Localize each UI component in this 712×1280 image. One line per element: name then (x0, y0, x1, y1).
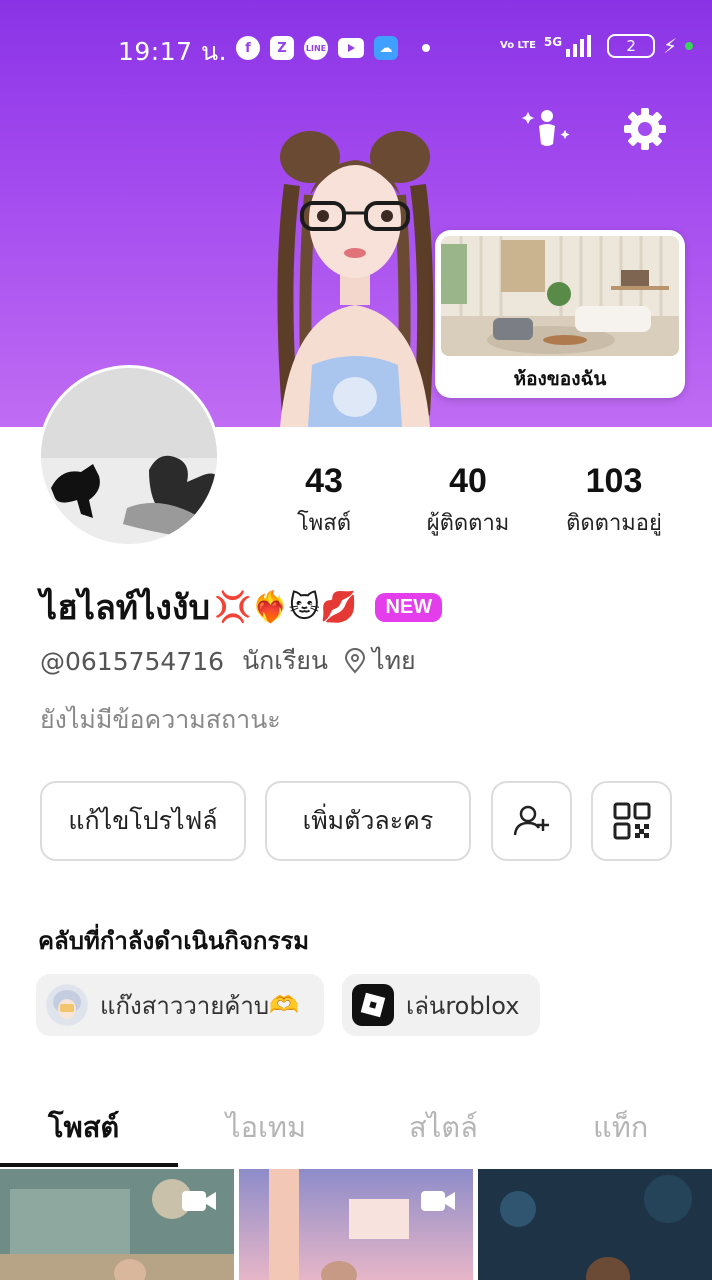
zepeto-avatar-image[interactable] (250, 125, 460, 427)
add-character-label: เพิ่มตัวละคร (302, 806, 434, 835)
qr-code-button[interactable] (591, 781, 672, 861)
club-avatar-icon (46, 984, 88, 1026)
post-thumbnail[interactable] (478, 1169, 712, 1280)
post-thumbnail[interactable] (239, 1169, 473, 1280)
add-character-button[interactable]: เพิ่มตัวละคร (265, 781, 471, 861)
profile-occupation: นักเรียน (242, 646, 328, 675)
location-pin-icon (344, 648, 366, 674)
profile-name-emojis: 💢❤️‍🔥🐱💋 (214, 589, 358, 625)
line-icon: LINE (304, 36, 328, 60)
profile-photo[interactable] (38, 365, 220, 547)
video-icon (182, 1191, 216, 1211)
post-thumbnail[interactable] (0, 1169, 234, 1280)
avatar-style-icon[interactable] (522, 104, 572, 154)
roblox-icon (352, 984, 394, 1026)
notification-icons: f Z LINE ☁ (236, 36, 430, 60)
status-message[interactable]: ยังไม่มีข้อความสถานะ (40, 700, 281, 740)
profile-meta: @0615754716 นักเรียน ไทย (40, 641, 416, 681)
profile-name: ไฮไลท์ไงงับ (40, 588, 211, 628)
posts-count: 43 (305, 462, 343, 500)
tab-posts[interactable]: โพสต์ (48, 1104, 119, 1150)
volte-indicator: Vo LTE (500, 40, 536, 51)
my-room-label: ห้องของฉัน (513, 368, 607, 390)
facebook-icon: f (236, 36, 260, 60)
edit-profile-button[interactable]: แก้ไขโปรไฟล์ (40, 781, 246, 861)
following-label: ติดตามอยู่ (566, 511, 662, 536)
system-indicators: Vo LTE 5G 2 ⚡ (500, 34, 694, 58)
video-icon (421, 1191, 455, 1211)
followers-count: 40 (449, 462, 487, 500)
signal-icon (566, 35, 592, 57)
more-notifications-dot (422, 44, 430, 52)
charging-icon: ⚡ (663, 34, 678, 58)
privacy-indicator-dot (685, 42, 694, 50)
posts-label: โพสต์ (296, 511, 352, 536)
active-clubs-title: คลับที่กำลังดำเนินกิจกรรม (38, 927, 310, 955)
battery-level: 2 (626, 37, 636, 55)
status-bar: 19:17 น. f Z LINE ☁ Vo LTE 5G 2 ⚡ (0, 28, 712, 68)
tab-style[interactable]: สไตล์ (409, 1104, 478, 1150)
add-friend-button[interactable] (491, 781, 572, 861)
followers-stat[interactable]: 40 ผู้ติดตาม (408, 462, 528, 540)
add-user-icon (513, 805, 549, 836)
weather-icon: ☁ (374, 36, 398, 60)
active-tab-indicator (0, 1163, 178, 1167)
zalo-icon: Z (270, 36, 294, 60)
profile-name-row: ไฮไลท์ไงงับ 💢❤️‍🔥🐱💋 NEW (40, 580, 443, 634)
following-stat[interactable]: 103 ติดตามอยู่ (550, 462, 678, 540)
followers-label: ผู้ติดตาม (426, 511, 510, 536)
profile-location: ไทย (344, 641, 416, 681)
profile-header-banner: 19:17 น. f Z LINE ☁ Vo LTE 5G 2 ⚡ ห้องขอ… (0, 0, 712, 427)
room-preview-image (441, 236, 679, 356)
posts-stat[interactable]: 43 โพสต์ (284, 462, 364, 540)
club-name: เล่นroblox (406, 991, 520, 1020)
network-type: 5G (543, 35, 563, 49)
club-chip[interactable]: เล่นroblox (342, 974, 540, 1036)
qr-code-icon (613, 802, 650, 840)
edit-profile-label: แก้ไขโปรไฟล์ (68, 806, 218, 835)
club-emoji: 🫶 (269, 991, 299, 1019)
profile-handle: @0615754716 (40, 646, 225, 676)
new-badge: NEW (375, 592, 443, 622)
settings-gear-icon[interactable] (620, 104, 670, 154)
my-room-card[interactable]: ห้องของฉัน (435, 230, 685, 398)
battery-icon: 2 (607, 34, 656, 58)
location-text: ไทย (372, 646, 416, 675)
tab-items[interactable]: ไอเทม (226, 1104, 306, 1150)
following-count: 103 (585, 462, 643, 500)
club-name: แก๊งสาววายค้าบ (100, 991, 270, 1020)
youtube-icon (338, 38, 364, 58)
club-chip[interactable]: แก๊งสาววายค้าบ 🫶 (36, 974, 324, 1036)
tab-tags[interactable]: แท็ก (593, 1104, 648, 1150)
status-time: 19:17 น. (118, 37, 228, 66)
